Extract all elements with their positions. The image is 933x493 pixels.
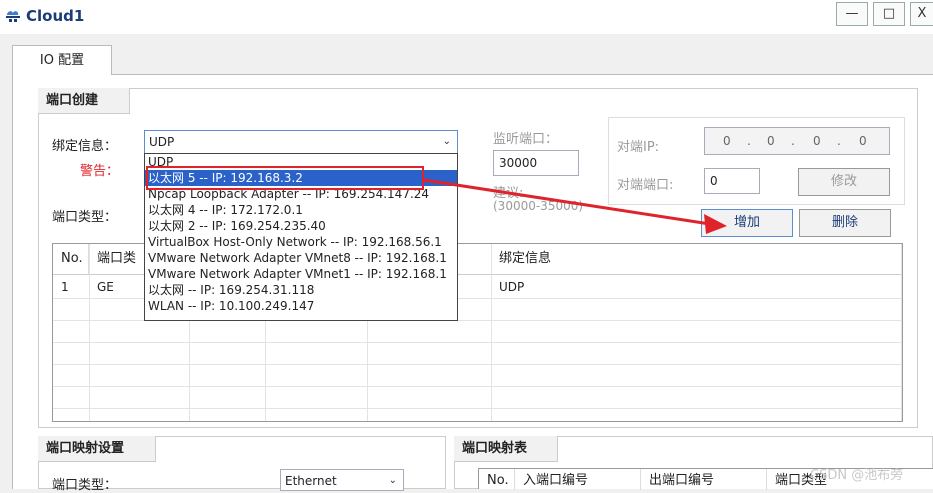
mapping-port-type-label: 端口类型： [52, 478, 118, 493]
col-header-in-port: 入端口编号 [515, 469, 641, 490]
watermark: CSDN @池布旁 [810, 468, 904, 483]
mapping-port-type-select[interactable]: Ethernet ⌄ [280, 469, 404, 491]
mapping-table-title: 端口映射表 [454, 436, 558, 462]
col-header-out-port: 出端口编号 [641, 469, 767, 490]
mapping-port-type-value: Ethernet [285, 474, 337, 488]
annotation-arrow [423, 178, 727, 234]
port-mapping-title: 端口映射设置 [38, 436, 156, 462]
col-header-no: No. [479, 469, 515, 490]
